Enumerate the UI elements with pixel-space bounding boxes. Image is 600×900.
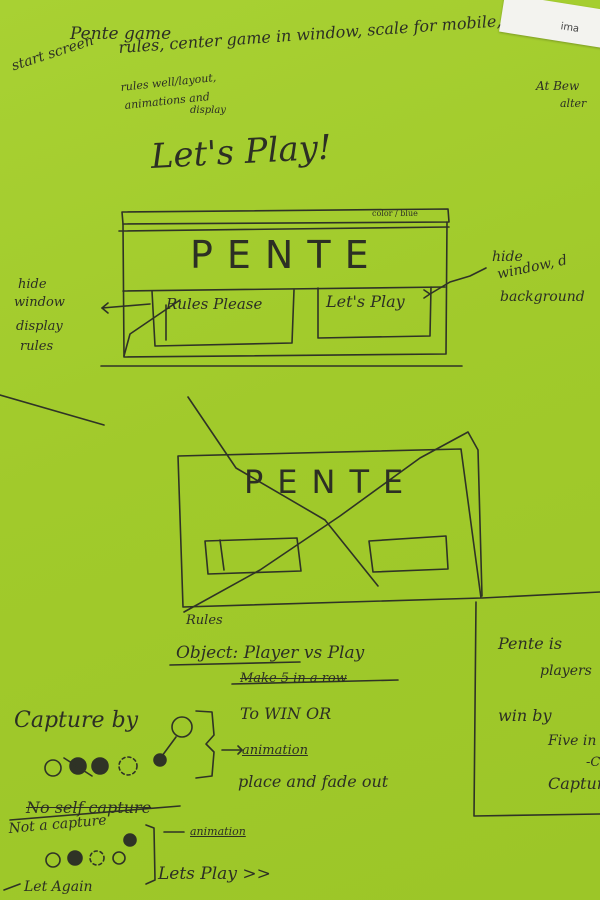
right-box-line-6: Captur <box>548 774 600 793</box>
sketch1-arrows <box>101 267 487 357</box>
sketch1-title: PENTE <box>190 233 383 277</box>
left-note-3: display <box>16 319 63 334</box>
note-top-right1: At Bew <box>536 79 580 93</box>
place-fade-label: place and fade out <box>238 772 389 791</box>
capture-by-label: Capture by <box>14 708 139 733</box>
sketch2-cross-out <box>183 396 483 613</box>
rules-label: Rules <box>186 613 223 628</box>
left-note-1: hide <box>18 277 47 292</box>
right-box-line-3: win by <box>498 706 552 725</box>
animation-label-2: animation <box>190 825 246 838</box>
right-box-line-1: Pente is <box>498 634 563 653</box>
sketch2-title: PENTE <box>244 463 418 501</box>
rules-line-3: To WIN OR <box>240 704 332 723</box>
sketch1-corner-label: color / blue <box>372 209 418 218</box>
bottom-left-arrow <box>3 883 21 891</box>
rules-line-1: Object: Player vs Play <box>176 643 365 663</box>
left-divider-line <box>0 394 105 426</box>
bottom-left-note: Let Again <box>24 879 93 895</box>
right-box-line-2: players <box>540 663 592 679</box>
capture-bracket <box>195 710 215 779</box>
left-note-2: window <box>14 295 65 310</box>
note-top-right2: alter <box>560 97 587 110</box>
note-sub3: display <box>190 105 226 116</box>
right-connector-line <box>481 591 600 599</box>
sketch1-play-button-label: Let's Play <box>326 292 405 311</box>
not-capture-bracket <box>145 824 156 885</box>
lets-play-heading: Let's Play! <box>149 127 333 177</box>
not-capture-stones <box>45 833 137 868</box>
right-box-line-4: Five in <box>548 733 597 749</box>
sketch1-rules-button-label: Rules Please <box>166 295 263 313</box>
rules-line-2: Make 5 in a row <box>240 671 347 686</box>
left-note-4: rules <box>20 339 54 354</box>
lets-play-label-2: Lets Play >> <box>158 864 271 884</box>
right-note-3: background <box>500 289 585 305</box>
right-box-line-5: -C <box>586 755 600 770</box>
animation-label-1: animation <box>242 743 308 758</box>
